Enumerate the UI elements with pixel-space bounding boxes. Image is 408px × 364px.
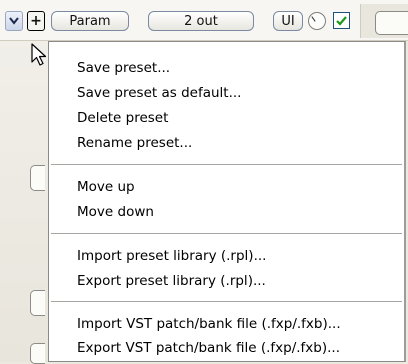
menu-item-move-down[interactable]: Move down (77, 201, 154, 223)
checkmark-icon (336, 15, 347, 26)
menu-item-import-library[interactable]: Import preset library (.rpl)... (77, 245, 266, 267)
enable-checkbox[interactable] (333, 12, 350, 29)
fader-handle[interactable] (30, 290, 45, 316)
fader-handle[interactable] (30, 165, 45, 191)
param-button[interactable]: Param (51, 11, 129, 31)
menu-item-delete-preset[interactable]: Delete preset (77, 107, 168, 129)
ui-button[interactable]: UI (273, 11, 303, 31)
side-panel (360, 4, 408, 38)
underlying-panel (0, 0, 49, 364)
preset-context-menu: Save preset... Save preset as default...… (48, 41, 406, 362)
menu-item-save-preset-default[interactable]: Save preset as default... (77, 82, 241, 104)
menu-separator (51, 301, 402, 302)
preset-dropdown-button[interactable] (5, 11, 23, 31)
menu-item-export-vst[interactable]: Export VST patch/bank file (.fxp/.fxb)..… (77, 337, 340, 359)
param-label: Param (69, 13, 111, 29)
fx-toolbar: + Param 2 out UI (0, 0, 408, 41)
menu-separator (51, 164, 402, 165)
chevron-down-icon (9, 17, 19, 25)
io-label: 2 out (184, 13, 218, 29)
fader-handle[interactable] (30, 343, 45, 364)
menu-item-rename-preset[interactable]: Rename preset... (77, 132, 192, 154)
io-button[interactable]: 2 out (148, 11, 254, 31)
preset-menu-button[interactable]: + (27, 11, 45, 31)
ui-label: UI (281, 13, 295, 29)
menu-item-move-up[interactable]: Move up (77, 176, 135, 198)
menu-item-import-vst[interactable]: Import VST patch/bank file (.fxp/.fxb)..… (77, 313, 341, 335)
plus-icon: + (30, 13, 42, 29)
menu-item-export-library[interactable]: Export preset library (.rpl)... (77, 270, 266, 292)
menu-item-save-preset[interactable]: Save preset... (77, 57, 170, 79)
fader-handle[interactable] (375, 11, 408, 35)
menu-separator (51, 233, 402, 234)
wet-knob-icon[interactable] (308, 12, 326, 30)
